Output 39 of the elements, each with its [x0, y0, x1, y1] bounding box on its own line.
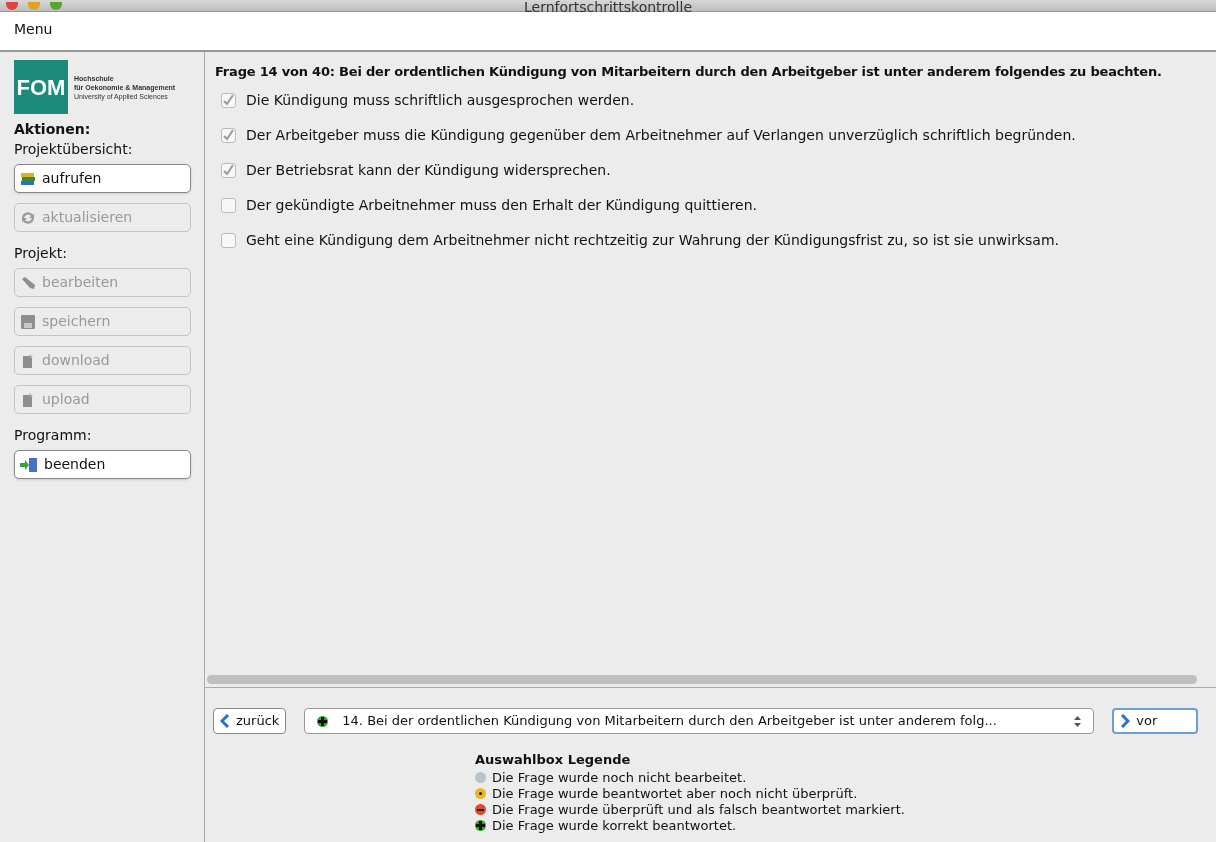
exit-door-icon [20, 457, 38, 472]
chevron-left-icon [220, 714, 230, 728]
legend-text: Die Frage wurde beantwortet aber noch nicht überprüft. [492, 785, 858, 802]
menu-item[interactable]: Menu [14, 19, 53, 40]
checkbox[interactable] [221, 92, 236, 108]
next-button[interactable]: vor [1112, 708, 1199, 734]
minimize-button[interactable] [28, 2, 40, 10]
chevron-right-icon [1120, 714, 1131, 728]
legend-text: Die Frage wurde korrekt beantwortet. [492, 817, 737, 834]
answer-text: Der Arbeitgeber muss die Kündigung gegenüber dem Arbeitnehmer auf Verlangen unverzüglich schriftlich begründen. [246, 125, 1076, 145]
question-title: Frage 14 von 40: Bei der ordentlichen Kündigung von Mitarbeitern durch den Arbeitgeber ist unter anderem folgendes zu beachten. [215, 63, 1163, 81]
refresh-icon [20, 210, 36, 225]
sidebar-button[interactable]: beenden [14, 450, 191, 479]
checkbox[interactable] [221, 197, 236, 213]
books-icon [20, 171, 36, 186]
zoom-button[interactable] [50, 2, 62, 10]
section-label: Projekt: [14, 244, 69, 262]
logo: FOM [14, 60, 68, 114]
section-label: Programm: [14, 426, 93, 444]
sidebar-button[interactable]: aufrufen [14, 164, 191, 193]
answer-text: Der Betriebsrat kann der Kündigung widersprechen. [246, 160, 611, 180]
legend-text: Die Frage wurde überprüft und als falsch beantwortet markiert. [492, 801, 905, 818]
close-button[interactable] [6, 2, 18, 10]
checkbox[interactable] [221, 162, 236, 178]
legend-title: Auswahlbox Legende [475, 751, 632, 769]
answer-text: Die Kündigung muss schriftlich ausgesprochen werden. [246, 90, 635, 110]
section-label: Projektübersicht: [14, 140, 134, 158]
up-down-arrows-icon [1074, 715, 1082, 727]
answer-text: Geht eine Kündigung dem Arbeitnehmer nicht rechtzeitig zur Wahrung der Kündigungsfrist zu, so ist sie unwirksam. [246, 230, 1059, 250]
answer-text: Der gekündigte Arbeitnehmer muss den Erhalt der Kündigung quittieren. [246, 195, 757, 215]
pencil-icon [20, 275, 36, 290]
checkbox[interactable] [221, 232, 236, 248]
scrollbar[interactable] [207, 675, 1197, 684]
back-button[interactable]: zurück [213, 708, 287, 734]
question-dropdown[interactable]: 14. Bei der ordentlichen Kündigung von Mitarbeitern durch den Arbeitgeber ist unter anderem folg... [304, 708, 1095, 734]
window-title: Lernfortschrittskontrolle [524, 0, 692, 14]
section-heading: Aktionen: [14, 120, 92, 138]
checkbox[interactable] [221, 127, 236, 143]
legend-text: Die Frage wurde noch nicht bearbeitet. [492, 769, 747, 786]
